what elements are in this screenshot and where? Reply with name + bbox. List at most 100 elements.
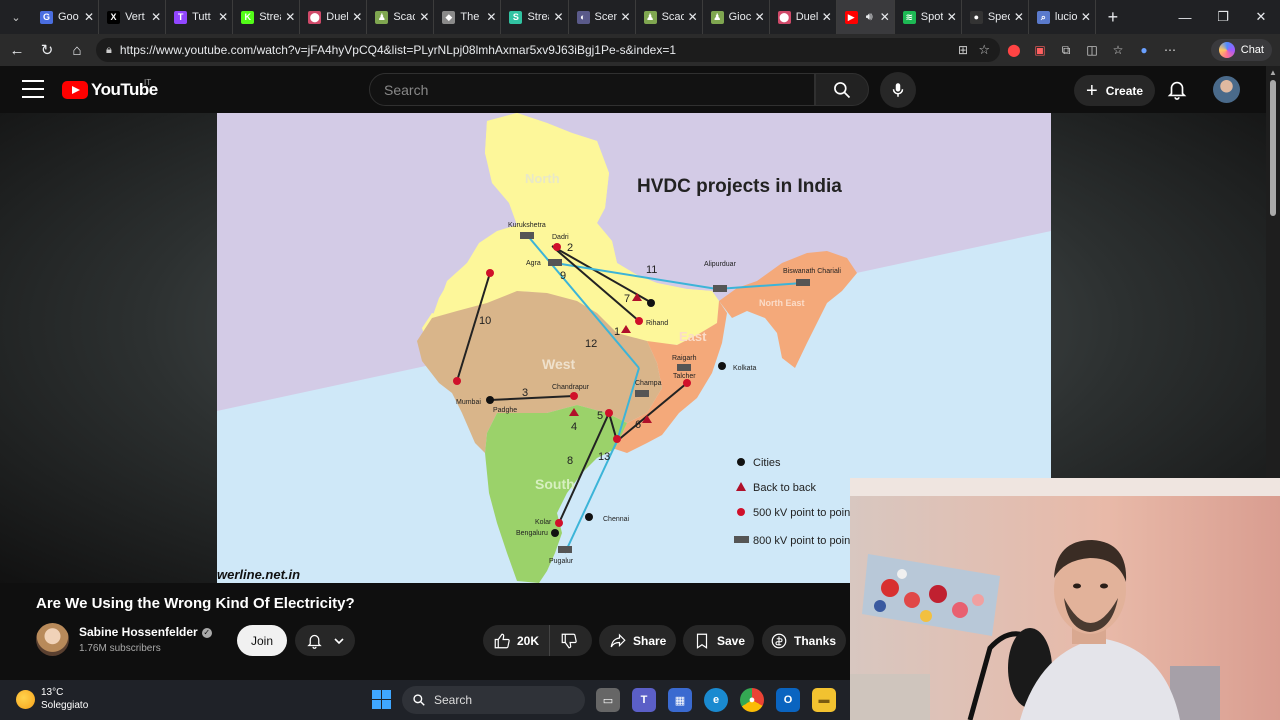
search-input[interactable]: Search (369, 73, 815, 106)
save-button[interactable]: Save (683, 625, 754, 656)
taskbar-search[interactable]: Search (402, 686, 585, 714)
windows-start-icon[interactable] (372, 690, 391, 709)
close-tab-icon[interactable]: ✕ (486, 10, 496, 24)
notifications-bell-icon[interactable] (1166, 78, 1188, 100)
close-tab-icon[interactable]: ✕ (553, 10, 563, 24)
legend-800kv: 800 kV point to point (753, 535, 853, 547)
join-button[interactable]: Join (237, 625, 287, 656)
favorite-star-icon[interactable]: ☆ (978, 42, 990, 58)
browser-tab[interactable]: K Strea ✕ (233, 0, 301, 34)
channel-name-wrapper[interactable]: Sabine Hossenfelder ✓ (79, 625, 212, 639)
channel-avatar[interactable] (36, 623, 69, 656)
label-west: West (542, 356, 576, 372)
close-tab-icon[interactable]: ✕ (1014, 10, 1024, 24)
browser-tab[interactable]: ◆ The ✕ (434, 0, 502, 34)
tab-title: Vert (125, 11, 145, 23)
close-tab-icon[interactable]: ✕ (419, 10, 429, 24)
map-pin-icon: ⬤ (777, 10, 791, 24)
thumbs-down-icon (561, 633, 577, 648)
search-button[interactable] (815, 73, 869, 106)
close-tab-icon[interactable]: ✕ (84, 10, 94, 24)
teams-icon[interactable]: T (632, 688, 656, 712)
apps-icon[interactable]: ⊞ (958, 43, 968, 57)
project-number: 7 (624, 293, 630, 305)
home-icon[interactable]: ⌂ (62, 35, 92, 65)
browser-tab[interactable]: ⬤ Duel ✕ (770, 0, 837, 34)
site-info-icon[interactable]: 🔒︎ (106, 44, 112, 57)
close-tab-icon[interactable]: ✕ (880, 10, 890, 24)
close-tab-icon[interactable]: ✕ (1081, 10, 1091, 24)
profile-icon[interactable]: ● (1135, 41, 1153, 59)
browser-tab[interactable]: T Tutt ✕ (166, 0, 234, 34)
browser-tab[interactable]: ⌕ lucio ✕ (1029, 0, 1096, 34)
outlook-icon[interactable]: O (776, 688, 800, 712)
close-window-icon[interactable]: ✕ (1242, 0, 1280, 34)
close-tab-icon[interactable]: ✕ (755, 10, 765, 24)
new-tab-button[interactable]: + (1096, 7, 1130, 28)
account-avatar[interactable] (1213, 76, 1240, 103)
close-tab-icon[interactable]: ✕ (151, 10, 161, 24)
map-pin-icon: ⬤ (308, 10, 322, 24)
google-docs-icon: G (40, 10, 53, 24)
task-view-icon[interactable]: ▭ (596, 688, 620, 712)
browser-tab[interactable]: ♟ Scac ✕ (367, 0, 435, 34)
close-tab-icon[interactable]: ✕ (352, 10, 362, 24)
store-icon[interactable]: ▦ (668, 688, 692, 712)
favorites-icon[interactable]: ☆ (1109, 41, 1127, 59)
dislike-button[interactable] (550, 632, 584, 650)
project-number: 5 (597, 410, 603, 422)
share-button[interactable]: Share (599, 625, 676, 656)
close-tab-icon[interactable]: ✕ (621, 10, 631, 24)
browser-tab[interactable]: ▶ 🔊︎ ✕ (836, 0, 895, 34)
close-tab-icon[interactable]: ✕ (218, 10, 228, 24)
city-label: Champa (635, 380, 662, 387)
tab-title: Tutt (192, 11, 211, 23)
subscription-bell-button[interactable] (295, 625, 355, 656)
back-icon[interactable]: ← (2, 35, 32, 65)
legend-back-to-back: Back to back (753, 482, 816, 494)
chess-icon: ♟ (643, 10, 657, 24)
browser-tab[interactable]: ♟ Gioc ✕ (703, 0, 770, 34)
browser-tab[interactable]: X Vert ✕ (99, 0, 167, 34)
voice-search-button[interactable] (880, 72, 916, 108)
restore-icon[interactable]: ❐ (1204, 0, 1242, 34)
project-number: 11 (646, 264, 657, 276)
browser-tab[interactable]: ≋ Spot ✕ (895, 0, 962, 34)
extension-red-icon[interactable]: ⬤ (1005, 41, 1023, 59)
guide-menu-icon[interactable] (22, 80, 44, 98)
close-tab-icon[interactable]: ✕ (688, 10, 698, 24)
extensions-puzzle-icon[interactable]: ⧉ (1057, 41, 1075, 59)
speaker-icon[interactable]: 🔊︎ (866, 11, 873, 24)
scrollbar-thumb[interactable] (1270, 80, 1276, 216)
browser-tab[interactable]: G Goo ✕ (32, 0, 100, 34)
edge-icon[interactable]: e (704, 688, 728, 712)
close-tab-icon[interactable]: ✕ (285, 10, 295, 24)
reload-icon[interactable]: ↻ (32, 35, 62, 65)
thanks-button[interactable]: Thanks (762, 625, 846, 656)
browser-tab[interactable]: ◐ Scen ✕ (569, 0, 636, 34)
tab-actions-menu[interactable]: ⌄ (0, 0, 32, 34)
minimize-icon[interactable]: — (1166, 0, 1204, 34)
split-screen-icon[interactable]: ◫ (1083, 41, 1101, 59)
like-button[interactable]: 20K (483, 625, 551, 656)
file-explorer-icon[interactable]: ▬ (812, 688, 836, 712)
copilot-chat-button[interactable]: Chat (1210, 39, 1272, 61)
address-bar[interactable]: 🔒︎ https://www.youtube.com/watch?v=jFA4h… (96, 38, 1000, 62)
tab-title: lucio (1054, 11, 1077, 23)
city-label: Talcher (673, 373, 696, 380)
browser-tab[interactable]: ⬤ Duel ✕ (300, 0, 368, 34)
scroll-up-icon[interactable]: ▲ (1269, 68, 1277, 77)
weather-widget[interactable]: 13°C Soleggiato (16, 686, 88, 712)
channel-name[interactable]: Sabine Hossenfelder (79, 625, 198, 639)
create-button[interactable]: + Create (1074, 75, 1156, 106)
extension-rec-icon[interactable]: ▣ (1031, 41, 1049, 59)
share-icon (610, 633, 626, 647)
more-icon[interactable]: ⋯ (1161, 41, 1179, 59)
close-tab-icon[interactable]: ✕ (947, 10, 957, 24)
chrome-icon[interactable]: ● (740, 688, 764, 712)
browser-tab[interactable]: ♟ Scac ✕ (636, 0, 703, 34)
close-tab-icon[interactable]: ✕ (822, 10, 832, 24)
browser-tab[interactable]: ● Spec ✕ (962, 0, 1029, 34)
chess-icon: ♟ (710, 10, 724, 24)
browser-tab[interactable]: S Strea ✕ (501, 0, 569, 34)
